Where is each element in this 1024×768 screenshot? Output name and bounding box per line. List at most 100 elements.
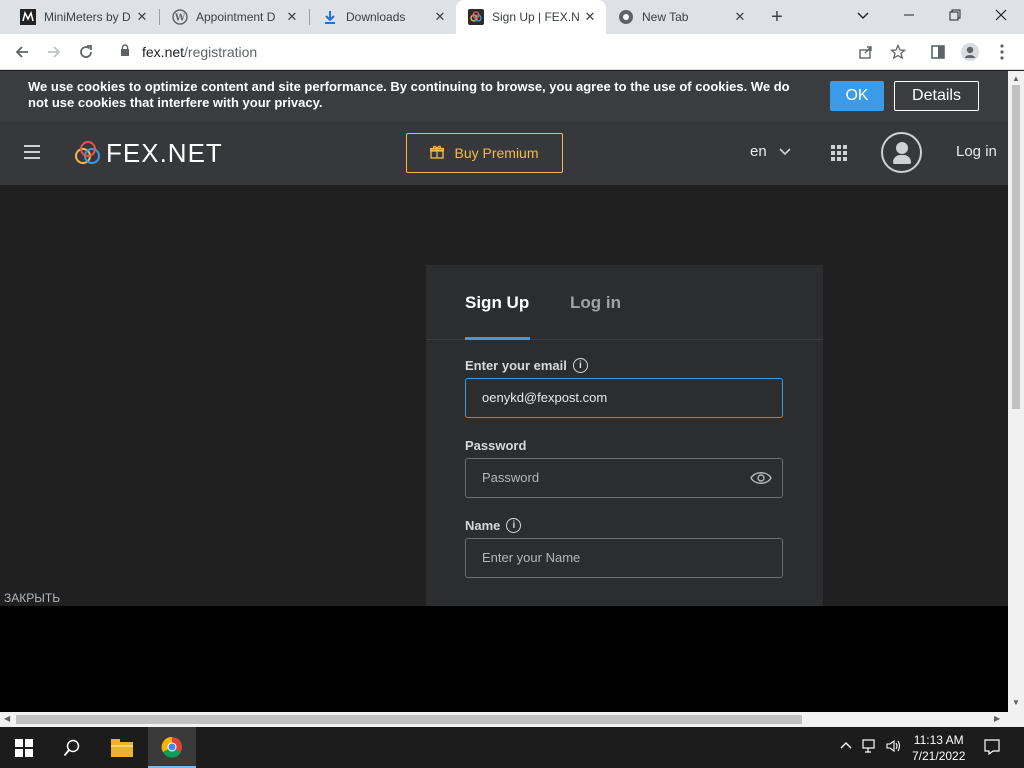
search-icon[interactable] [48,727,96,768]
buy-premium-label: Buy Premium [454,145,539,161]
email-label-text: Enter your email [465,358,567,373]
eye-icon[interactable] [750,471,772,485]
close-window-icon[interactable] [978,0,1024,30]
chevron-up-icon[interactable] [840,739,852,753]
vertical-scrollbar[interactable]: ▲ ▼ [1008,71,1024,712]
email-field[interactable]: oenykd@fexpost.com [465,378,783,418]
back-arrow-icon[interactable] [10,40,34,64]
chrome-icon [618,9,634,25]
logo-text: FEX.NET [106,137,223,168]
name-placeholder: Enter your Name [482,550,581,565]
web-page: We use cookies to optimize content and s… [0,71,1008,606]
password-label-text: Password [465,438,527,453]
tab-title: Appointment D [196,10,276,24]
tab-title: MiniMeters by D [44,10,131,24]
hamburger-menu-icon[interactable] [24,145,40,159]
scroll-up-arrow-icon[interactable]: ▲ [1012,74,1020,83]
header-login-link[interactable]: Log in [956,143,997,160]
overlay-close-link[interactable]: ЗАКРЫТЬ [4,591,60,605]
network-icon[interactable] [862,739,878,756]
url-host: fex.net [142,44,185,60]
forward-arrow-icon[interactable] [42,40,66,64]
svg-text:W: W [174,14,186,24]
tab-appointment[interactable]: W Appointment D ✕ [160,0,308,34]
tab-search-chevron-icon[interactable] [840,0,886,30]
horizontal-scroll-thumb[interactable] [16,715,802,724]
fex-logo[interactable]: FEX.NET [72,137,223,168]
fex-icon [468,9,484,25]
language-selector[interactable]: en [750,143,791,160]
tab-downloads[interactable]: Downloads ✕ [310,0,456,34]
browser-tab-strip: MiniMeters by D ✕ W Appointment D ✕ Down… [0,0,1024,34]
name-label: Name i [465,518,522,533]
scroll-right-arrow-icon[interactable]: ▶ [994,714,1000,723]
tab-login[interactable]: Log in [570,293,621,313]
gift-icon [430,145,445,162]
apps-grid-icon[interactable] [831,145,847,161]
signup-card: Sign Up Log in Enter your email i oenykd… [426,265,823,606]
email-label: Enter your email i [465,358,588,373]
profile-icon[interactable] [958,40,982,64]
cookie-ok-button[interactable]: OK [830,81,884,111]
auth-tabs: Sign Up Log in [426,265,823,340]
close-icon[interactable]: ✕ [580,9,600,25]
main-content: Sign Up Log in Enter your email i oenykd… [0,185,1008,606]
windows-start-icon[interactable] [0,727,48,768]
active-tab-indicator [465,337,530,340]
horizontal-scrollbar[interactable]: ◀ ▶ [0,712,1024,727]
cookie-text: We use cookies to optimize content and s… [28,79,790,110]
close-icon[interactable]: ✕ [132,9,152,25]
user-avatar-icon[interactable] [881,132,922,173]
cookie-banner: We use cookies to optimize content and s… [0,71,1008,121]
minimize-icon[interactable] [886,0,932,30]
side-panel-icon[interactable] [926,40,950,64]
site-header: FEX.NET Buy Premium en Log in [0,121,1008,185]
tab-fex-signup[interactable]: Sign Up | FEX.N ✕ [456,0,606,34]
url-text: fex.net/registration [142,44,257,60]
info-icon[interactable]: i [506,518,522,533]
kebab-menu-icon[interactable] [990,40,1014,64]
chrome-taskbar-icon[interactable] [148,727,196,768]
tab-title: Downloads [346,10,406,24]
download-icon [322,9,338,25]
vertical-scroll-thumb[interactable] [1012,85,1020,409]
tab-title: Sign Up | FEX.N [492,10,580,24]
bookmark-star-icon[interactable] [886,40,910,64]
tab-minimeters[interactable]: MiniMeters by D ✕ [8,0,158,34]
share-icon[interactable] [854,40,878,64]
password-placeholder: Password [482,470,540,485]
reload-icon[interactable] [74,40,98,64]
restore-icon[interactable] [932,0,978,30]
close-icon[interactable]: ✕ [430,9,450,25]
close-icon[interactable]: ✕ [282,9,302,25]
url-path: /registration [184,44,258,60]
info-icon[interactable]: i [572,358,588,373]
black-overlay-panel [0,606,1008,712]
password-field[interactable]: Password [465,458,783,498]
fex-logo-mark-icon [72,140,104,166]
browser-toolbar: fex.net/registration [0,34,1024,70]
file-explorer-icon[interactable] [98,727,146,768]
chevron-down-icon [779,147,791,159]
language-value: en [750,143,767,160]
notification-icon[interactable] [984,739,1000,758]
wordpress-icon: W [172,9,188,25]
minimeters-icon [20,9,36,25]
address-bar[interactable]: fex.net/registration [108,38,888,66]
name-field[interactable]: Enter your Name [465,538,783,578]
scroll-down-arrow-icon[interactable]: ▼ [1012,698,1020,707]
clock-date: 7/21/2022 [912,749,966,763]
clock-time: 11:13 AM [913,733,964,747]
tab-new-tab[interactable]: New Tab ✕ [606,0,756,34]
tab-signup[interactable]: Sign Up [465,293,529,313]
buy-premium-button[interactable]: Buy Premium [406,133,563,173]
volume-icon[interactable] [886,739,902,756]
windows-taskbar: 11:13 AM 7/21/2022 [0,727,1024,768]
close-icon[interactable]: ✕ [730,9,750,25]
cookie-details-button[interactable]: Details [894,81,979,111]
system-clock[interactable]: 11:13 AM 7/21/2022 [912,732,965,764]
password-label: Password [465,438,526,453]
new-tab-plus-icon[interactable]: + [766,6,788,28]
scroll-left-arrow-icon[interactable]: ◀ [4,714,10,723]
tab-title: New Tab [642,10,689,24]
